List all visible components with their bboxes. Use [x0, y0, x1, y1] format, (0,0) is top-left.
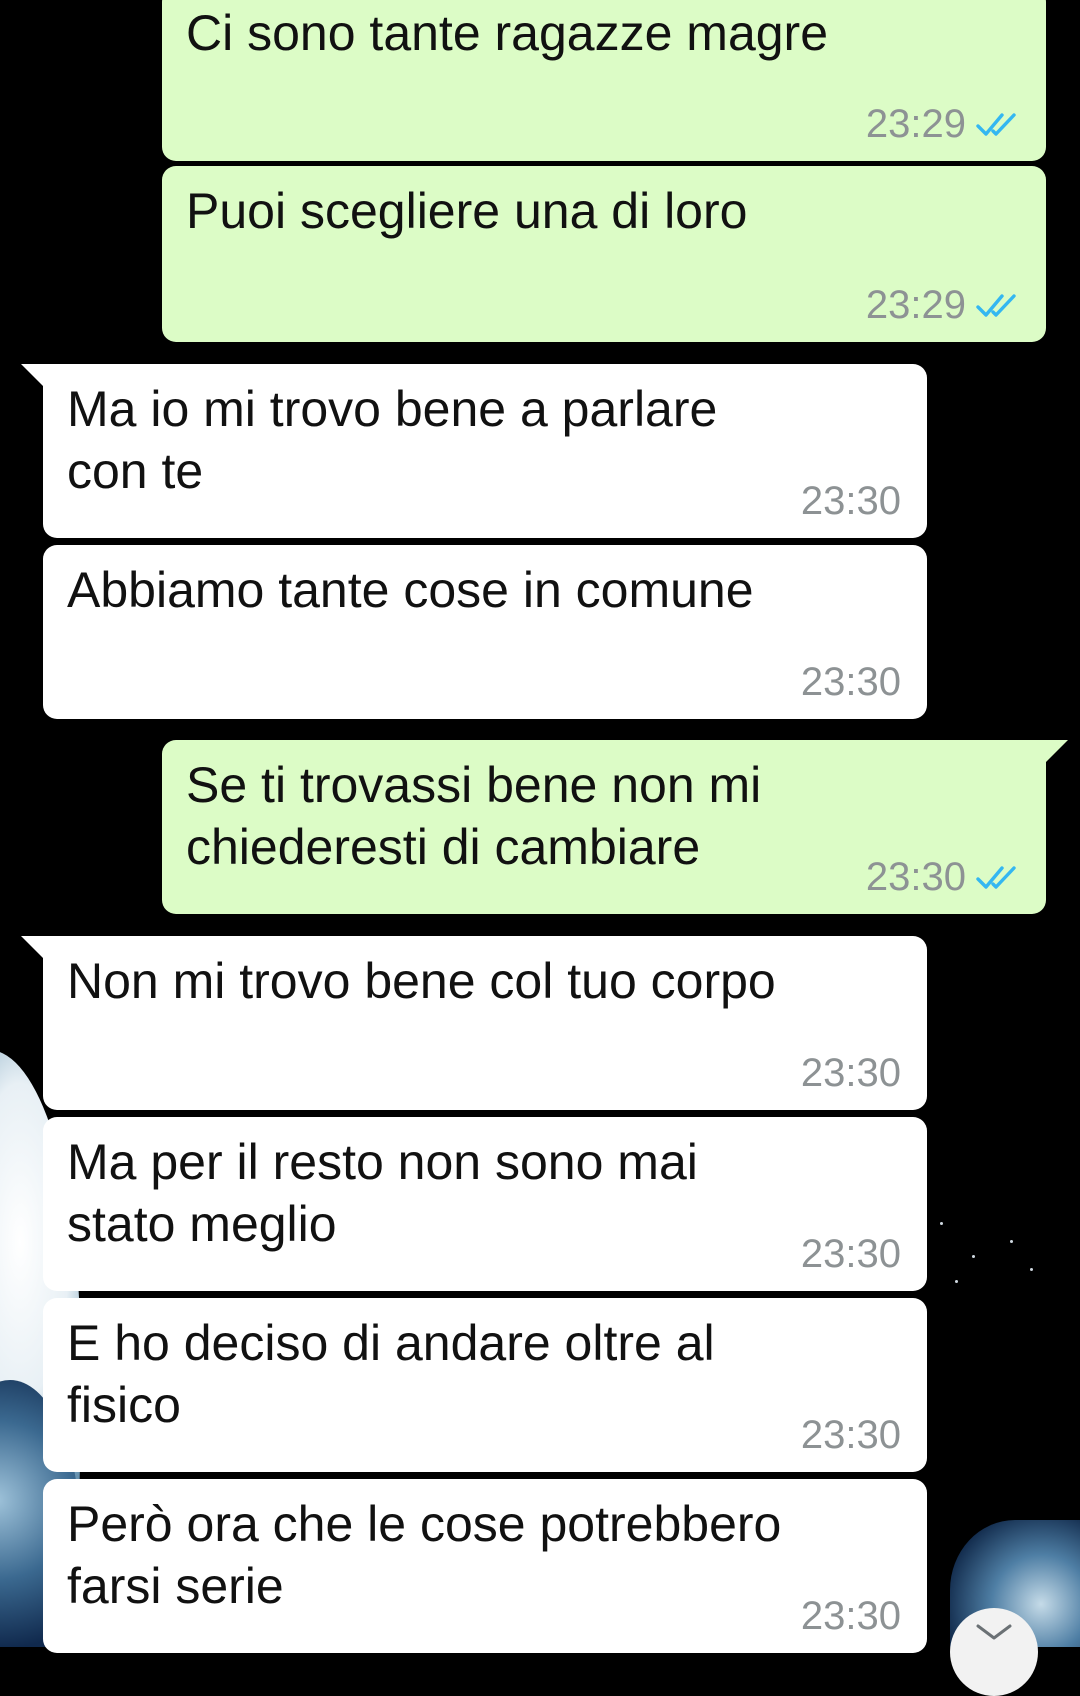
message-meta: 23:29	[866, 283, 1020, 328]
wallpaper-star	[1010, 1240, 1013, 1243]
double-check-icon	[976, 865, 1016, 889]
double-check-icon	[976, 112, 1016, 136]
message-bubble-incoming[interactable]: E ho deciso di andare oltre al fisico 23…	[43, 1298, 927, 1472]
message-text: Non mi trovo bene col tuo corpo	[67, 953, 776, 1009]
message-bubble-outgoing[interactable]: Puoi scegliere una di loro 23:29	[162, 166, 1046, 342]
message-text: Ma io mi trovo bene a parlare con te	[67, 381, 718, 499]
message-bubble-incoming[interactable]: Però ora che le cose potrebbero farsi se…	[43, 1479, 927, 1653]
message-text: Ma per il resto non sono mai stato megli…	[67, 1134, 698, 1252]
message-time: 23:30	[800, 1051, 901, 1095]
message-time: 23:30	[800, 1594, 901, 1638]
message-text: Puoi scegliere una di loro	[186, 183, 748, 239]
message-meta: 23:29	[866, 102, 1020, 147]
message-meta: 23:30	[801, 660, 901, 705]
message-time: 23:30	[800, 1413, 901, 1457]
message-time: 23:30	[800, 479, 901, 523]
message-meta: 23:30	[801, 479, 901, 524]
message-time: 23:30	[800, 660, 901, 704]
wallpaper-star	[972, 1255, 975, 1258]
wallpaper-star	[1030, 1268, 1033, 1271]
message-time: 23:30	[865, 855, 966, 899]
message-meta: 23:30	[801, 1051, 901, 1096]
message-bubble-incoming[interactable]: Ma io mi trovo bene a parlare con te 23:…	[21, 364, 927, 538]
message-bubble-outgoing[interactable]: Ci sono tante ragazze magre 23:29	[162, 0, 1046, 161]
message-time: 23:29	[865, 283, 966, 327]
wallpaper-star	[955, 1280, 958, 1283]
message-meta: 23:30	[866, 855, 1020, 900]
message-text: Ci sono tante ragazze magre	[186, 5, 829, 61]
bubble-tail	[1044, 740, 1068, 764]
message-meta: 23:30	[801, 1232, 901, 1277]
bubble-tail	[21, 364, 45, 388]
double-check-icon	[976, 293, 1016, 317]
message-bubble-incoming[interactable]: Non mi trovo bene col tuo corpo 23:30	[21, 936, 927, 1110]
message-text: Abbiamo tante cose in comune	[67, 562, 754, 618]
message-meta: 23:30	[801, 1413, 901, 1458]
wallpaper-star	[940, 1222, 943, 1225]
chevron-down-icon	[976, 1624, 1012, 1640]
message-text: E ho deciso di andare oltre al fisico	[67, 1315, 715, 1433]
message-bubble-incoming[interactable]: Ma per il resto non sono mai stato megli…	[43, 1117, 927, 1291]
message-text: Però ora che le cose potrebbero farsi se…	[67, 1496, 782, 1614]
message-meta: 23:30	[801, 1594, 901, 1639]
message-time: 23:29	[865, 102, 966, 146]
message-bubble-incoming[interactable]: Abbiamo tante cose in comune 23:30	[43, 545, 927, 719]
scroll-to-bottom-button[interactable]	[950, 1608, 1038, 1696]
bubble-tail	[21, 936, 45, 960]
message-time: 23:30	[800, 1232, 901, 1276]
message-bubble-outgoing[interactable]: Se ti trovassi bene non mi chiederesti d…	[162, 740, 1068, 914]
